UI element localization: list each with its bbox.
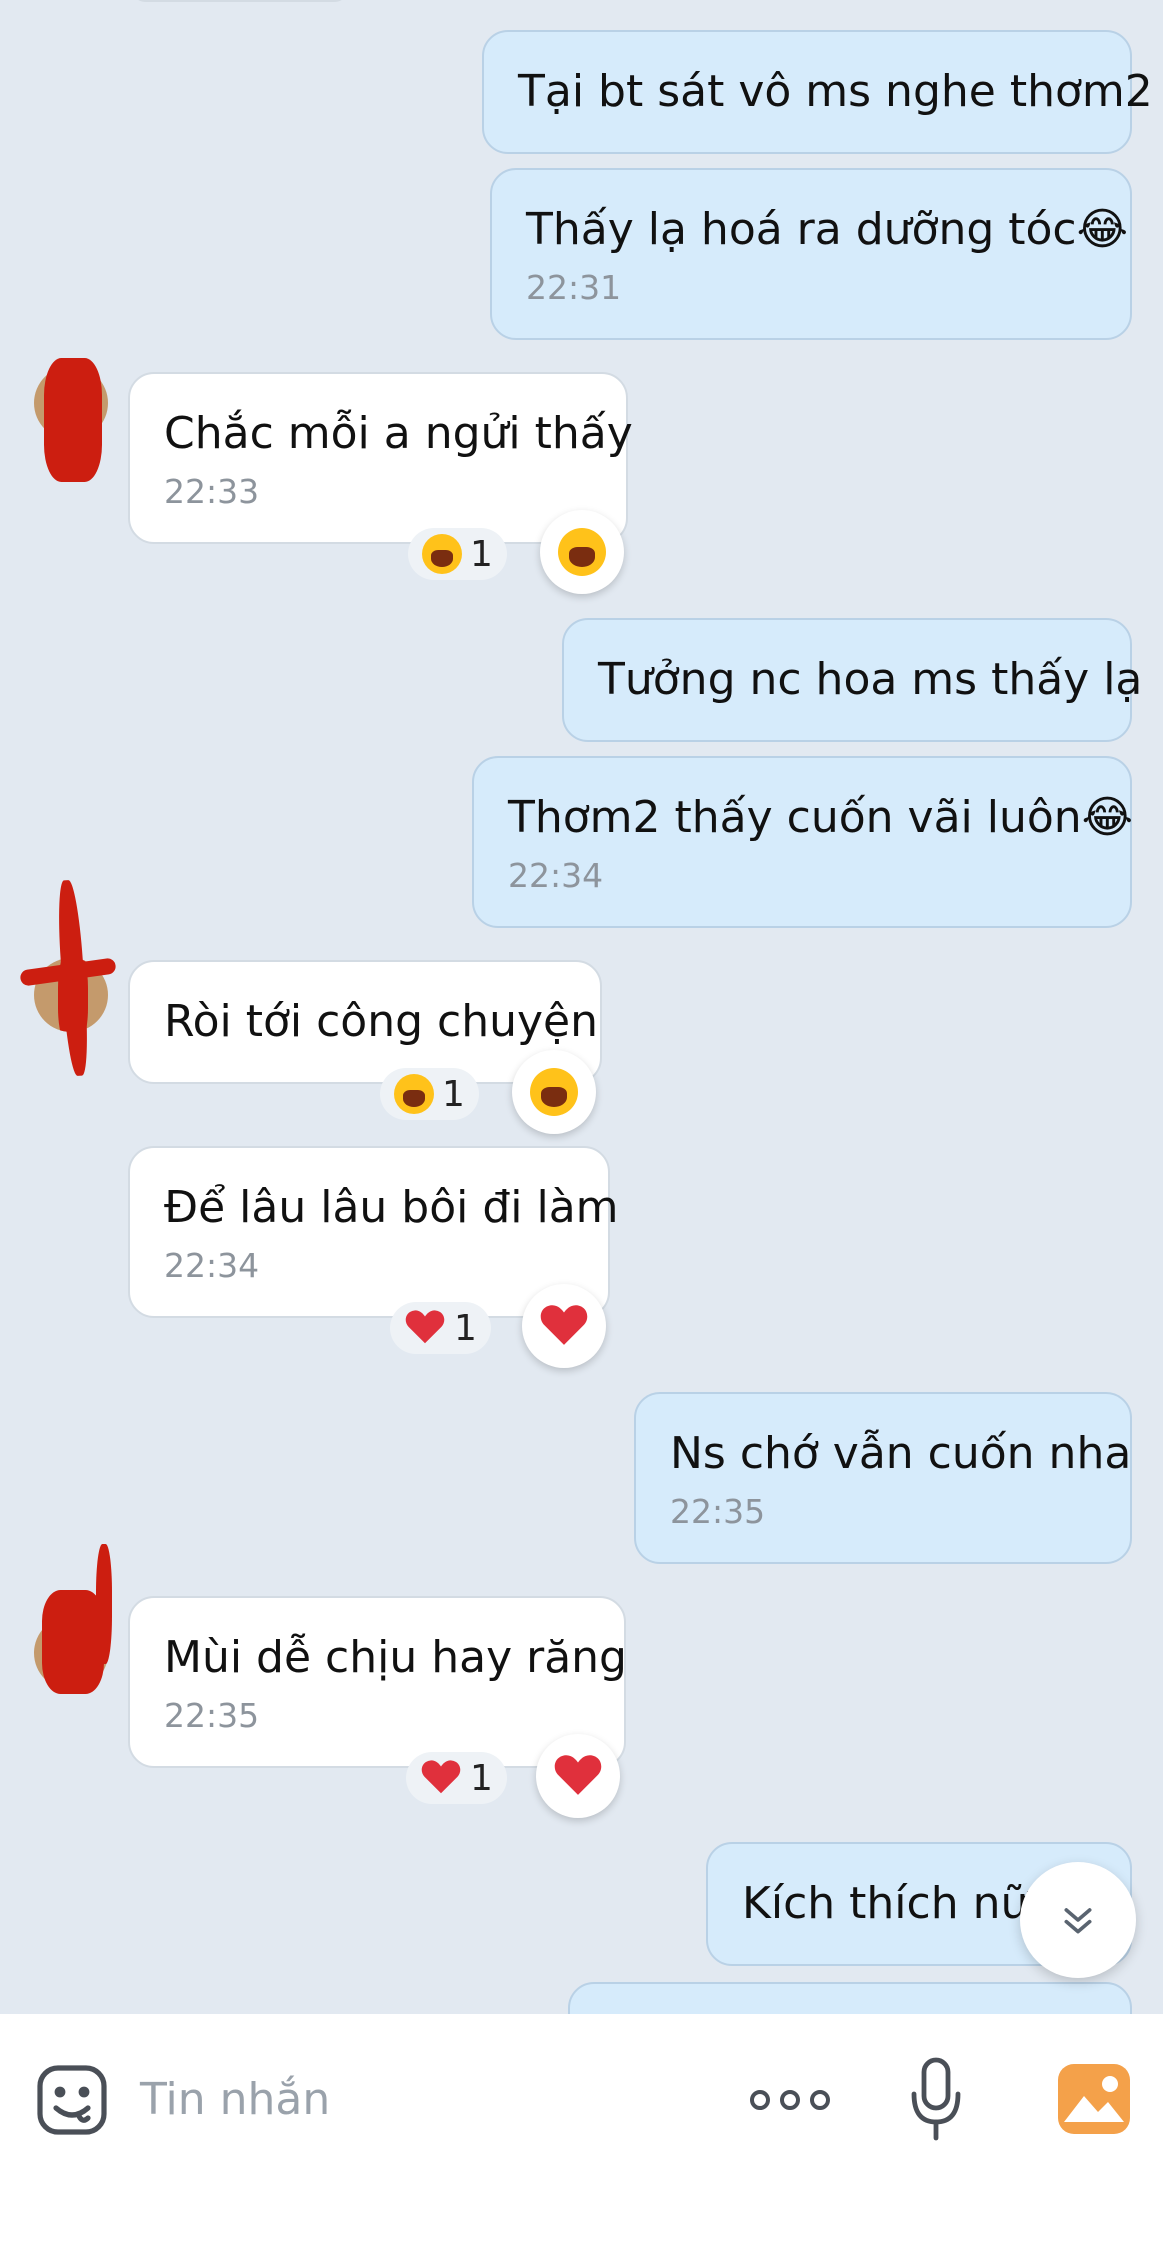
laughing-emoji-icon bbox=[530, 1068, 578, 1116]
message-text: Ns chớ vẫn cuốn nha bbox=[670, 1428, 1132, 1479]
message-bubble-outgoing[interactable]: Thấy lạ hoá ra dưỡng tóc😂 22:31 bbox=[490, 168, 1132, 340]
message-composer: Tin nhắn bbox=[0, 2014, 1163, 2259]
message-text: Để lâu lâu bôi đi làm bbox=[164, 1182, 619, 1233]
message-bubble-partial[interactable] bbox=[568, 1982, 1132, 2014]
reaction-count: 1 bbox=[454, 1307, 477, 1349]
laughing-emoji-icon bbox=[558, 528, 606, 576]
add-reaction-button[interactable] bbox=[512, 1050, 596, 1134]
voice-message-button[interactable] bbox=[908, 2056, 964, 2142]
reaction-count: 1 bbox=[442, 1073, 465, 1115]
message-text: Tại bt sát vô ms nghe thơm2 bbox=[518, 66, 1153, 117]
more-options-button[interactable] bbox=[748, 2080, 832, 2120]
message-time: 22:35 bbox=[670, 1492, 766, 1531]
message-text: Chắc mỗi a ngửi thấy bbox=[164, 408, 633, 459]
message-list[interactable]: Tại bt sát vô ms nghe thơm2 Thấy lạ hoá … bbox=[0, 0, 1163, 2014]
add-reaction-button[interactable] bbox=[540, 510, 624, 594]
heart-emoji-icon bbox=[553, 1751, 603, 1801]
message-bubble-incoming[interactable]: Chắc mỗi a ngửi thấy 22:33 bbox=[128, 372, 633, 544]
reaction-count-badge[interactable]: 1 bbox=[406, 1752, 507, 1804]
message-input[interactable]: Tin nhắn bbox=[140, 2070, 700, 2130]
redaction-scribble bbox=[44, 358, 102, 482]
message-input-placeholder: Tin nhắn bbox=[140, 2074, 331, 2125]
photo-icon bbox=[1058, 2064, 1130, 2134]
message-bubble-outgoing[interactable]: Tưởng nc hoa ms thấy lạ bbox=[562, 618, 1143, 742]
message-time: 22:34 bbox=[164, 1246, 260, 1285]
microphone-icon bbox=[911, 2057, 961, 2141]
message-text: Ròi tới công chuyện bbox=[164, 996, 598, 1047]
message-time: 22:31 bbox=[526, 268, 622, 307]
more-dots-icon bbox=[750, 2090, 830, 2110]
message-text: Thơm2 thấy cuốn vãi luôn😂 bbox=[508, 792, 1134, 843]
message-bubble-outgoing[interactable]: Thơm2 thấy cuốn vãi luôn😂 22:34 bbox=[472, 756, 1134, 928]
reaction-count-badge[interactable]: 1 bbox=[380, 1068, 479, 1120]
reaction-count-badge[interactable]: 1 bbox=[408, 528, 507, 580]
sticker-icon bbox=[37, 2065, 107, 2135]
heart-emoji-icon bbox=[404, 1307, 446, 1349]
heart-emoji-icon bbox=[539, 1301, 589, 1351]
message-bubble-partial[interactable] bbox=[130, 0, 350, 2]
message-text: Mùi dễ chịu hay răng bbox=[164, 1632, 627, 1683]
laughing-emoji-icon bbox=[422, 534, 462, 574]
message-time: 22:33 bbox=[164, 472, 260, 511]
add-reaction-button[interactable] bbox=[536, 1734, 620, 1818]
message-bubble-outgoing[interactable]: Ns chớ vẫn cuốn nha 22:35 bbox=[634, 1392, 1132, 1564]
add-reaction-button[interactable] bbox=[522, 1284, 606, 1368]
message-bubble-outgoing[interactable]: Tại bt sát vô ms nghe thơm2 bbox=[482, 30, 1153, 154]
sticker-button[interactable] bbox=[34, 2062, 110, 2138]
scroll-to-bottom-button[interactable] bbox=[1020, 1862, 1136, 1978]
message-text: Thấy lạ hoá ra dưỡng tóc😂 bbox=[526, 204, 1129, 255]
heart-emoji-icon bbox=[420, 1757, 462, 1799]
chevron-double-down-icon bbox=[1064, 1908, 1092, 1934]
reaction-count-badge[interactable]: 1 bbox=[390, 1302, 491, 1354]
laughing-emoji-icon bbox=[394, 1074, 434, 1114]
reaction-count: 1 bbox=[470, 1757, 493, 1799]
reaction-count: 1 bbox=[470, 533, 493, 575]
photo-button[interactable] bbox=[1056, 2062, 1132, 2136]
message-text: Tưởng nc hoa ms thấy lạ bbox=[598, 654, 1143, 705]
message-time: 22:34 bbox=[508, 856, 604, 895]
redaction-scribble bbox=[42, 1590, 104, 1694]
redaction-scribble bbox=[96, 1544, 112, 1664]
message-time: 22:35 bbox=[164, 1696, 260, 1735]
